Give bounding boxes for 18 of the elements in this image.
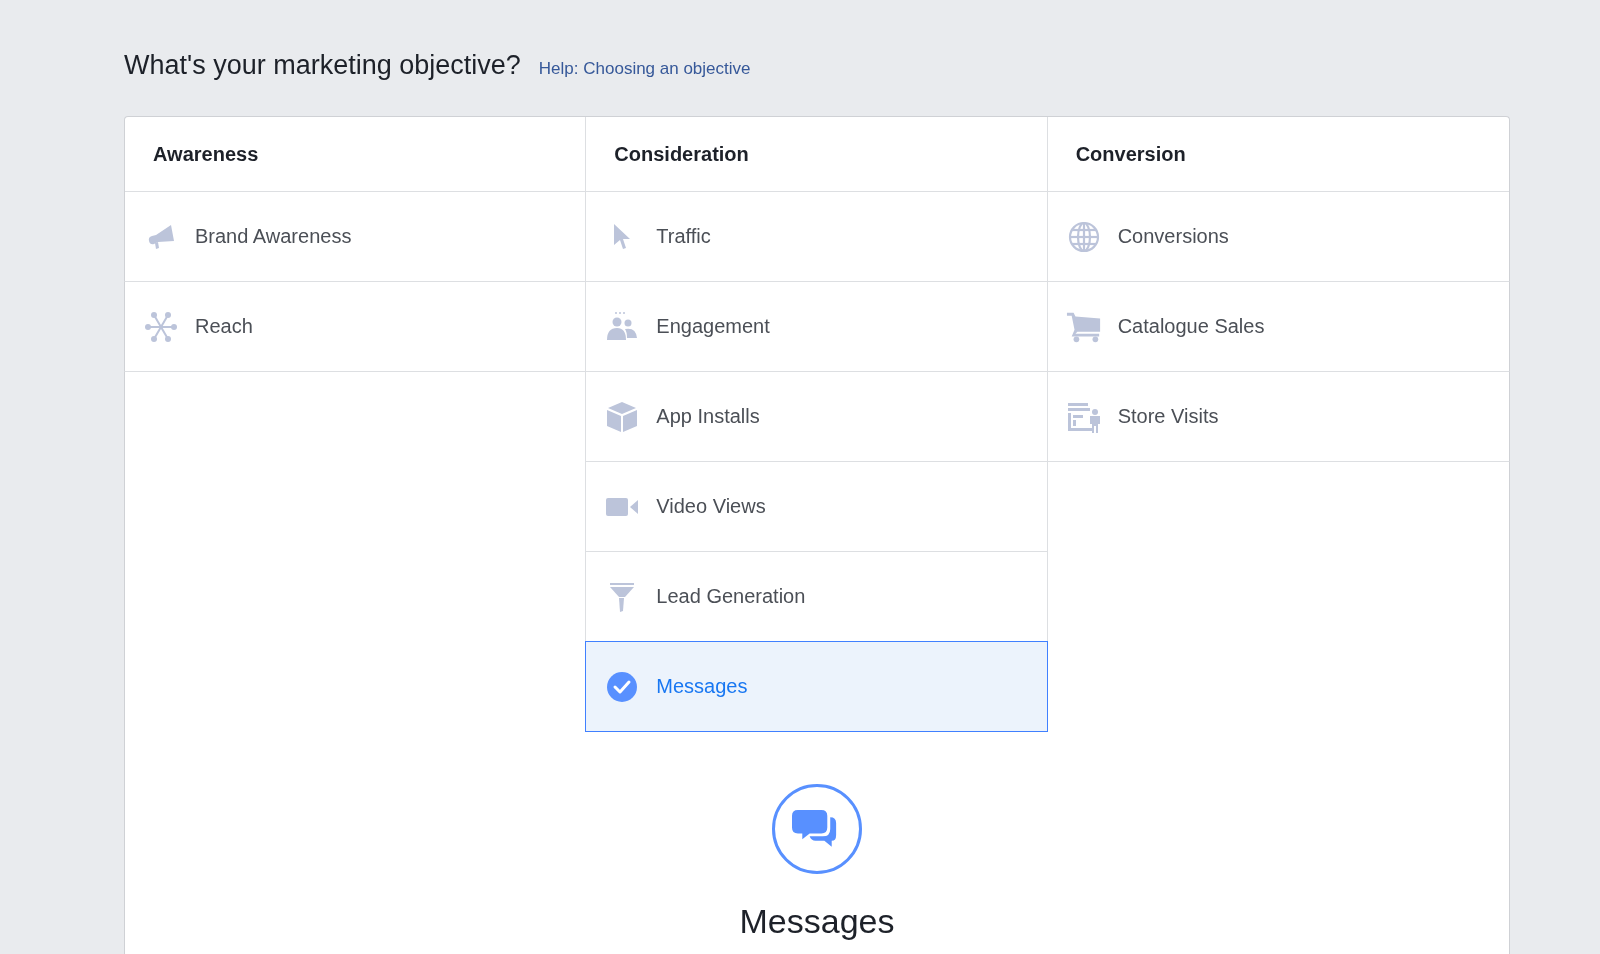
objective-option[interactable]: Brand Awareness xyxy=(124,191,587,282)
objective-option[interactable]: Catalogue Sales xyxy=(1046,281,1510,372)
detail-title: Messages xyxy=(739,902,895,941)
objective-option[interactable]: Reach xyxy=(124,281,587,372)
page-title: What's your marketing objective? xyxy=(124,50,521,81)
objective-option[interactable]: App Installs xyxy=(585,371,1048,462)
help-link[interactable]: Help: Choosing an objective xyxy=(538,59,751,79)
objective-option[interactable]: Conversions xyxy=(1046,191,1510,282)
column-header: Awareness xyxy=(125,117,586,192)
objective-option[interactable]: Messages xyxy=(585,641,1048,732)
network-icon xyxy=(143,309,179,344)
column-header: Consideration xyxy=(586,117,1047,192)
objective-option[interactable]: Traffic xyxy=(585,191,1048,282)
chat-bubbles-icon xyxy=(772,784,862,874)
objective-option[interactable]: Engagement xyxy=(585,281,1048,372)
objective-option[interactable]: Video Views xyxy=(585,461,1048,552)
column-header: Conversion xyxy=(1047,117,1509,192)
objective-option[interactable]: Store Visits xyxy=(1046,371,1510,462)
